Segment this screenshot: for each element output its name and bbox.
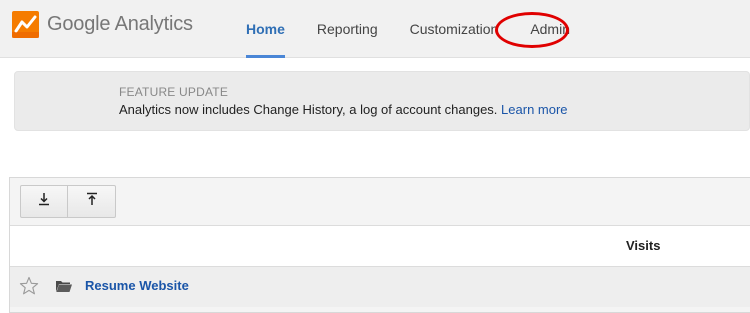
google-analytics-logo[interactable]: Google Analytics xyxy=(12,11,193,38)
tab-reporting[interactable]: Reporting xyxy=(301,0,394,58)
banner-message: Analytics now includes Change History, a… xyxy=(119,102,568,117)
app-header: Google Analytics Home Reporting Customiz… xyxy=(0,0,750,58)
column-visits[interactable]: Visits xyxy=(626,238,660,253)
main-nav: Home Reporting Customization Admin xyxy=(230,0,586,58)
feature-update-banner: FEATURE UPDATE Analytics now includes Ch… xyxy=(14,71,750,131)
download-icon xyxy=(37,192,51,211)
folder-icon xyxy=(55,279,73,293)
learn-more-link[interactable]: Learn more xyxy=(501,102,567,117)
upload-icon xyxy=(85,192,99,211)
download-button[interactable] xyxy=(20,185,68,218)
upload-button[interactable] xyxy=(68,185,116,218)
table-toolbar xyxy=(20,185,116,218)
table-row: Resume Website xyxy=(10,267,750,307)
banner-kicker: FEATURE UPDATE xyxy=(119,85,229,99)
tab-home[interactable]: Home xyxy=(230,0,301,58)
brand-name: Google Analytics xyxy=(47,13,193,35)
banner-message-text: Analytics now includes Change History, a… xyxy=(119,102,498,117)
table-column-header: Visits xyxy=(10,225,750,267)
tab-customization[interactable]: Customization xyxy=(394,0,515,58)
star-icon[interactable] xyxy=(19,276,39,296)
accounts-table-panel: Visits Resume Website xyxy=(9,177,750,313)
tab-admin[interactable]: Admin xyxy=(514,0,586,58)
analytics-logo-icon xyxy=(12,11,39,38)
account-link-resume-website[interactable]: Resume Website xyxy=(85,278,189,293)
